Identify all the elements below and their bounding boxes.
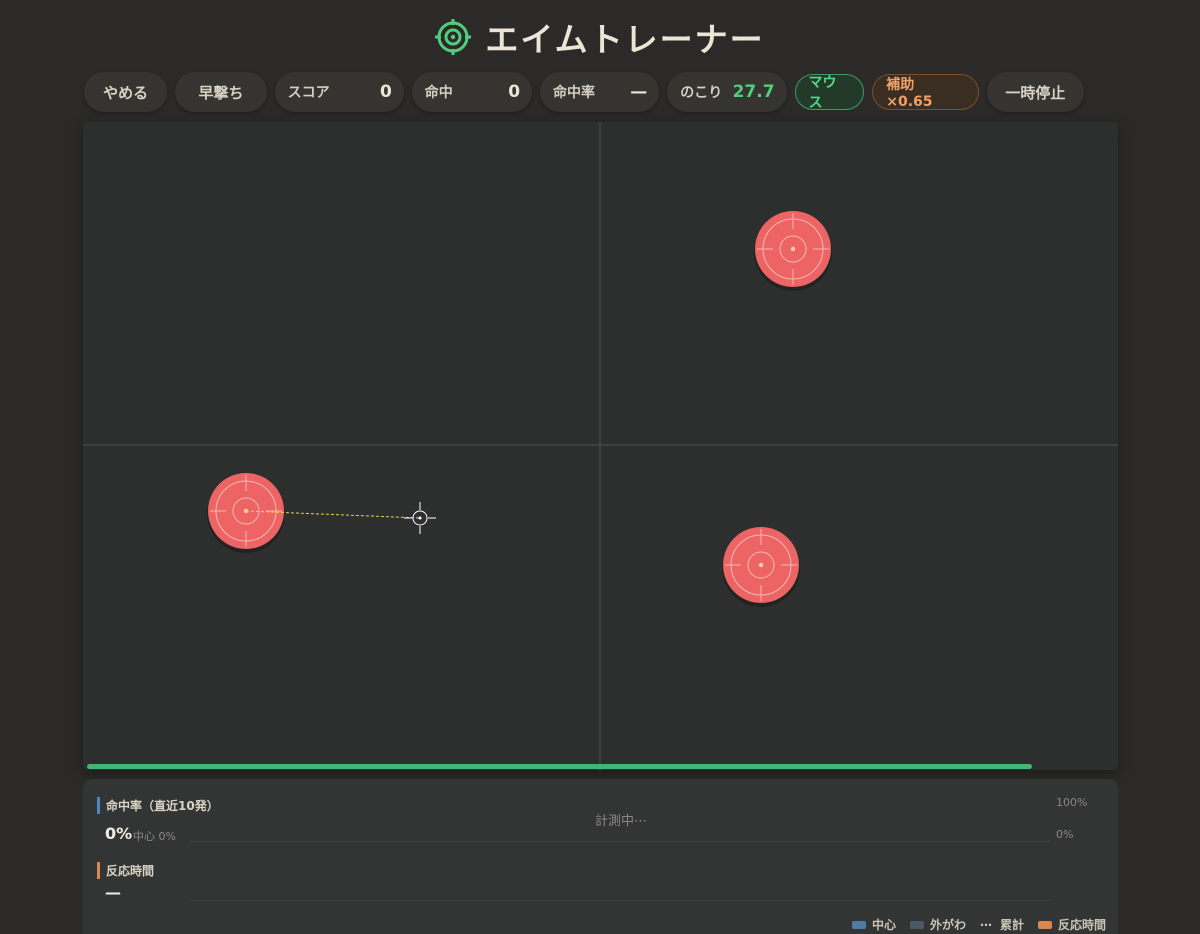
target-1[interactable] bbox=[754, 211, 832, 291]
legend-center-swatch bbox=[851, 920, 866, 929]
reaction-time-value: — bbox=[105, 883, 121, 902]
accuracy-section-title: 命中率（直近10発） bbox=[97, 797, 219, 814]
legend-cumulative-swatch: ⋯ bbox=[979, 917, 993, 932]
hits-display: 命中 0 bbox=[411, 72, 533, 112]
accuracy-axis-min: 0% bbox=[1056, 828, 1074, 841]
app-header: エイムトレーナー bbox=[0, 12, 1200, 62]
score-label: スコア bbox=[287, 85, 330, 101]
measuring-status: 計測中⋯ bbox=[595, 814, 648, 829]
accuracy-display: 命中率 — bbox=[540, 72, 660, 112]
target-2[interactable] bbox=[207, 473, 285, 553]
page-title: エイムトレーナー bbox=[485, 20, 765, 59]
accuracy-chart-baseline bbox=[191, 841, 1051, 842]
remaining-value: 27.7 bbox=[732, 82, 775, 102]
legend-outer-swatch bbox=[909, 920, 924, 929]
legend-cumulative: ⋯ 累計 bbox=[980, 916, 1024, 933]
score-display: スコア 0 bbox=[274, 72, 404, 112]
remaining-time-display: のこり 27.7 bbox=[667, 72, 787, 112]
arena-canvas[interactable] bbox=[83, 122, 1118, 770]
accuracy-label: 命中率 bbox=[553, 85, 596, 101]
legend-outer-label: 外がわ bbox=[929, 918, 966, 932]
chart-legend: 中心 外がわ ⋯ 累計 反応時間 bbox=[851, 916, 1106, 933]
target-icon bbox=[435, 19, 472, 55]
legend-reaction-label: 反応時間 bbox=[1057, 918, 1106, 932]
reaction-section-title: 反応時間 bbox=[97, 862, 154, 879]
center-accuracy: 中心 0% bbox=[133, 830, 176, 843]
legend-outer: 外がわ bbox=[909, 916, 966, 933]
accuracy-axis-max: 100% bbox=[1056, 796, 1088, 809]
remaining-label: のこり bbox=[680, 85, 723, 101]
stats-panel: 命中率（直近10発） 0% 中心 0% 計測中⋯ 100% 0% 反応時間 — … bbox=[83, 779, 1118, 934]
quit-button[interactable]: やめる bbox=[84, 72, 168, 112]
legend-center: 中心 bbox=[851, 916, 896, 933]
quickdraw-button[interactable]: 早撃ち bbox=[175, 72, 267, 112]
legend-reaction-swatch bbox=[1037, 920, 1052, 929]
legend-reaction: 反応時間 bbox=[1037, 916, 1106, 933]
accuracy-value: — bbox=[630, 82, 648, 102]
legend-cumulative-label: 累計 bbox=[999, 918, 1024, 932]
pause-button[interactable]: 一時停止 bbox=[986, 72, 1084, 112]
crosshair-cursor bbox=[404, 502, 436, 534]
assist-badge[interactable]: 補助 ×0.65 bbox=[872, 74, 979, 110]
input-mode-badge[interactable]: マウス bbox=[794, 74, 865, 111]
hits-label: 命中 bbox=[424, 85, 453, 101]
reaction-chart-baseline bbox=[191, 900, 1051, 901]
target-3[interactable] bbox=[722, 527, 800, 607]
legend-center-label: 中心 bbox=[871, 918, 896, 932]
round-progress-bar bbox=[87, 764, 1032, 769]
hits-value: 0 bbox=[508, 82, 521, 102]
game-arena[interactable] bbox=[83, 122, 1118, 770]
toolbar: やめる 早撃ち スコア 0 命中 0 命中率 — のこり 27.7 マウス 補助… bbox=[84, 72, 1084, 112]
accuracy-percent: 0% bbox=[105, 824, 133, 843]
score-value: 0 bbox=[379, 82, 392, 102]
